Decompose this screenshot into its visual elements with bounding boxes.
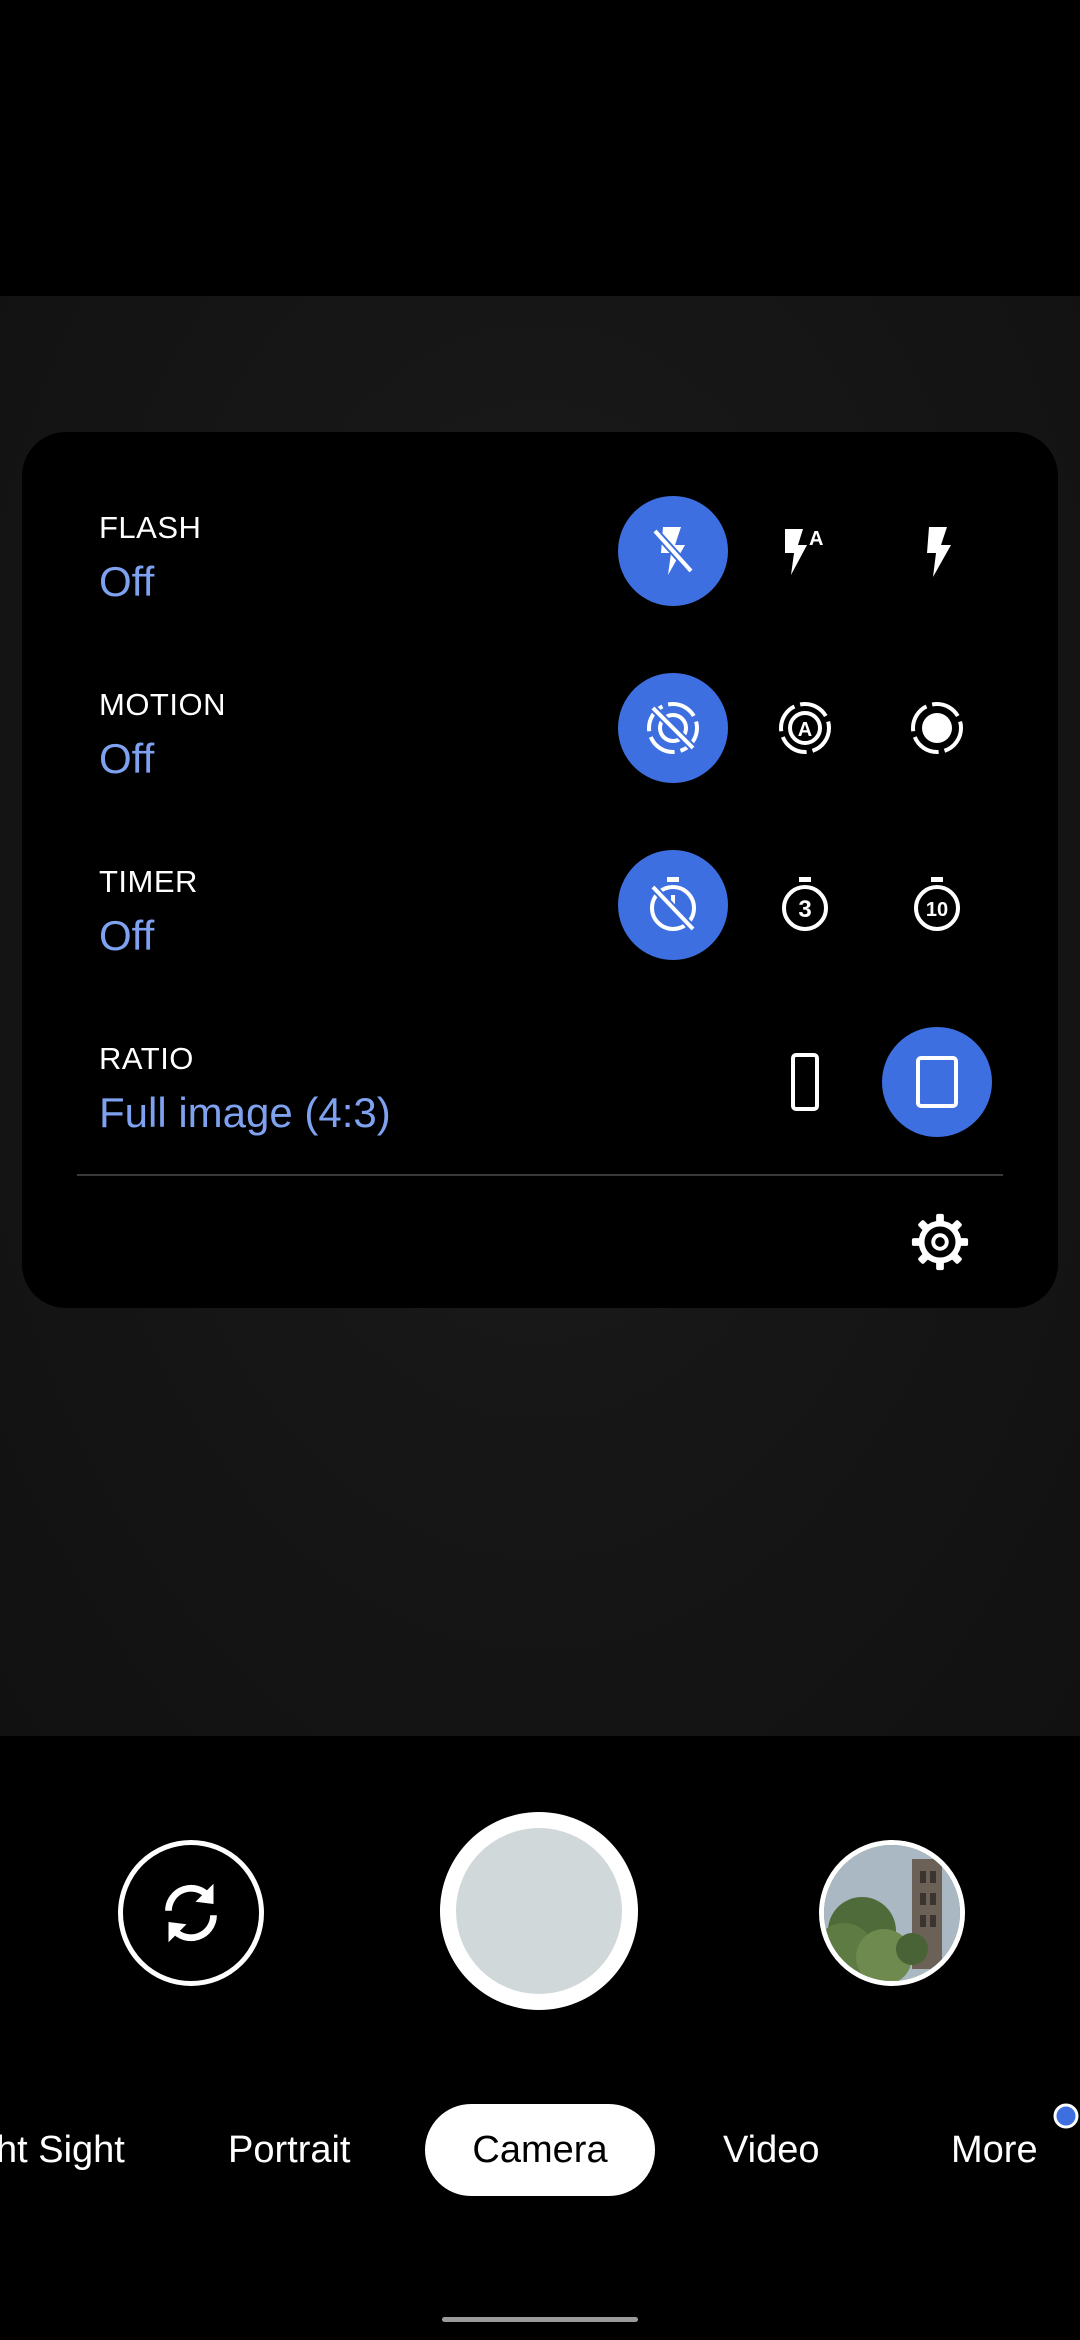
mode-night-sight[interactable]: ht Sight xyxy=(0,2104,125,2196)
camera-app: FLASH Off A MOTION Off A TIMER Off 3 10 … xyxy=(0,0,1080,2340)
svg-text:A: A xyxy=(809,528,823,550)
flash-on-button[interactable] xyxy=(882,496,992,606)
svg-text:3: 3 xyxy=(798,896,811,923)
flash-off-button[interactable] xyxy=(618,496,728,606)
motion-label: MOTION xyxy=(99,687,226,722)
mode-selector: ht Sight Portrait Camera Video More xyxy=(0,2104,1080,2196)
motion-off-icon xyxy=(647,702,699,754)
shutter-inner xyxy=(456,1828,622,1994)
timer-value: Off xyxy=(99,912,155,959)
mode-more[interactable]: More xyxy=(951,2104,1038,2196)
ratio-full-button[interactable] xyxy=(882,1027,992,1137)
timer-off-icon xyxy=(650,877,696,932)
mode-portrait[interactable]: Portrait xyxy=(228,2104,350,2196)
flash-row: FLASH Off A xyxy=(22,496,1058,672)
motion-off-button[interactable] xyxy=(618,673,728,783)
mode-camera[interactable]: Camera xyxy=(425,2104,655,2196)
quick-settings-panel: FLASH Off A MOTION Off A TIMER Off 3 10 … xyxy=(22,432,1058,1308)
svg-text:A: A xyxy=(798,719,812,741)
camera-controls: ht Sight Portrait Camera Video More xyxy=(0,1736,1080,2340)
mode-video[interactable]: Video xyxy=(723,2104,820,2196)
motion-auto-button[interactable]: A xyxy=(750,673,860,783)
home-indicator[interactable] xyxy=(442,2317,638,2322)
ratio-wide-button[interactable] xyxy=(750,1027,860,1137)
timer-3s-icon: 3 xyxy=(782,877,828,931)
motion-on-icon xyxy=(911,702,963,754)
shutter-button[interactable] xyxy=(440,1812,638,2010)
svg-text:10: 10 xyxy=(926,899,948,921)
motion-value: Off xyxy=(99,735,155,782)
flip-camera-button[interactable] xyxy=(118,1840,264,1986)
ratio-full-icon xyxy=(916,1056,958,1108)
motion-auto-icon: A xyxy=(779,702,831,754)
flash-label: FLASH xyxy=(99,510,202,545)
timer-3s-button[interactable]: 3 xyxy=(750,850,860,960)
settings-button[interactable] xyxy=(900,1202,980,1282)
timer-off-button[interactable] xyxy=(618,850,728,960)
motion-on-button[interactable] xyxy=(882,673,992,783)
flash-off-icon xyxy=(652,527,694,575)
gallery-thumbnail[interactable] xyxy=(819,1840,965,1986)
ratio-value: Full image (4:3) xyxy=(99,1089,391,1136)
timer-10s-button[interactable]: 10 xyxy=(882,850,992,960)
timer-10s-icon: 10 xyxy=(914,877,960,931)
ratio-row: RATIO Full image (4:3) xyxy=(22,1027,1058,1203)
flash-on-icon xyxy=(927,527,951,577)
timer-row: TIMER Off 3 10 xyxy=(22,850,1058,1026)
ratio-wide-icon xyxy=(791,1053,819,1111)
timer-label: TIMER xyxy=(99,864,198,899)
flash-auto-button[interactable]: A xyxy=(750,496,860,606)
ratio-label: RATIO xyxy=(99,1041,194,1076)
camera-flip-icon xyxy=(165,1883,217,1943)
notification-dot-icon xyxy=(1053,2103,1079,2129)
motion-row: MOTION Off A xyxy=(22,673,1058,849)
flash-value: Off xyxy=(99,558,155,605)
panel-divider xyxy=(77,1174,1003,1176)
gallery-photo xyxy=(824,1845,960,1981)
flash-auto-icon: A xyxy=(785,528,823,575)
gear-icon xyxy=(911,1213,969,1271)
